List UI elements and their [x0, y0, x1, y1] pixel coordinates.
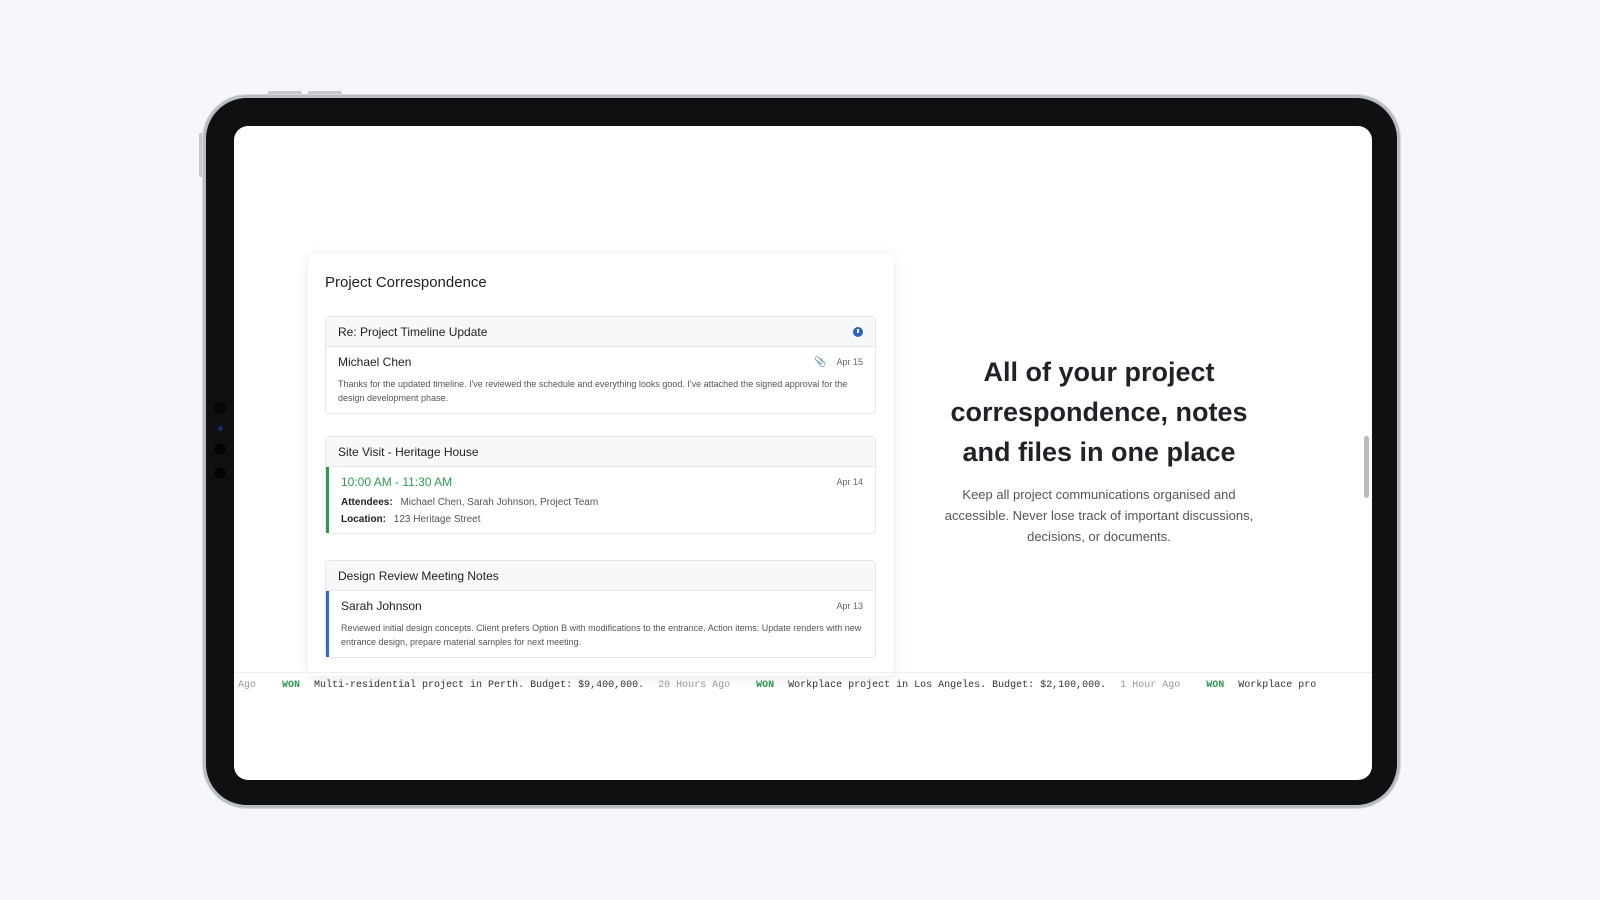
correspondence-item[interactable]: Re: Project Timeline Update Michael Chen…	[325, 316, 876, 414]
paperclip-icon[interactable]: 📎	[814, 357, 826, 368]
correspondence-card: Project Correspondence Re: Project Timel…	[308, 254, 894, 676]
ticker-text: Workplace pro	[1238, 680, 1317, 691]
item-date: Apr 13	[836, 601, 863, 611]
scrollbar-thumb[interactable]	[1364, 436, 1369, 498]
correspondence-item[interactable]: Design Review Meeting Notes Sarah Johnso…	[325, 560, 876, 658]
ticker-text: Multi-residential project in Perth. Budg…	[314, 680, 645, 691]
sender-name: Sarah Johnson	[341, 599, 422, 613]
location-label: Location:	[341, 514, 386, 525]
item-date: Apr 15	[836, 357, 863, 367]
ticker-status: WON	[282, 680, 301, 691]
item-date: Apr 14	[836, 477, 863, 487]
activity-ticker: Ago WON Multi-residential project in Per…	[234, 672, 1372, 698]
attendees-label: Attendees:	[341, 497, 393, 508]
message-text: Reviewed initial design concepts. Client…	[341, 623, 862, 647]
location-value: 123 Heritage Street	[393, 514, 481, 525]
hero-title: All of your project correspondence, note…	[950, 357, 1248, 467]
ticker-status: WON	[756, 680, 775, 691]
ticker-ago: 1 Hour Ago	[1120, 680, 1181, 691]
ticker-ago: 20 Hours Ago	[658, 680, 731, 691]
hero-subtitle: Keep all project communications organise…	[944, 487, 1254, 544]
attendees-row: Attendees: Michael Chen, Sarah Johnson, …	[341, 497, 863, 508]
card-title: Project Correspondence	[325, 274, 487, 291]
item-subject: Design Review Meeting Notes	[338, 568, 499, 583]
ticker-ago: Ago	[238, 680, 257, 691]
location-row: Location: 123 Heritage Street	[341, 514, 863, 525]
ticker-status: WON	[1206, 680, 1225, 691]
tablet-screen: Project Correspondence Re: Project Timel…	[234, 126, 1372, 780]
meeting-time: 10:00 AM - 11:30 AM	[341, 475, 453, 489]
sender-name: Michael Chen	[338, 355, 412, 369]
item-subject: Site Visit - Heritage House	[338, 444, 479, 459]
item-subject: Re: Project Timeline Update	[338, 324, 488, 339]
message-text: Thanks for the updated timeline. I've re…	[338, 379, 848, 403]
correspondence-item[interactable]: Site Visit - Heritage House 10:00 AM - 1…	[325, 436, 876, 534]
camera-dots	[214, 402, 226, 491]
clock-icon	[853, 326, 863, 337]
ticker-text: Workplace project in Los Angeles. Budget…	[788, 680, 1107, 691]
attendees-value: Michael Chen, Sarah Johnson, Project Tea…	[400, 497, 599, 508]
